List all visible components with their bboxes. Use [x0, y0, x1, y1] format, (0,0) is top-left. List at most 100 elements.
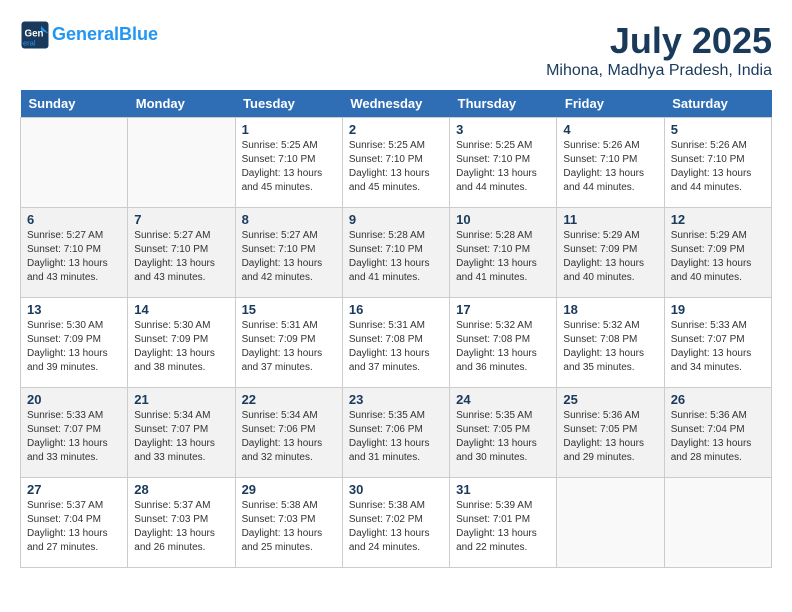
day-number: 27	[27, 482, 121, 497]
day-info: Sunrise: 5:25 AM Sunset: 7:10 PM Dayligh…	[456, 139, 550, 195]
day-cell: 16 Sunrise: 5:31 AM Sunset: 7:08 PM Dayli…	[342, 298, 449, 388]
week-row-1: 1Sunrise: 5:25 AM Sunset: 7:10 PM Daylig…	[21, 118, 772, 208]
week-row-4: 20 Sunrise: 5:33 AM Sunset: 7:07 PM Dayli…	[21, 388, 772, 478]
day-info: Sunrise: 5:29 AM Sunset: 7:09 PM Dayligh…	[563, 229, 657, 285]
day-number: 29	[242, 482, 336, 497]
header-cell-sunday: Sunday	[21, 90, 128, 118]
location: Mihona, Madhya Pradesh, India	[546, 62, 772, 80]
day-info: Sunrise: 5:30 AM Sunset: 7:09 PM Dayligh…	[134, 319, 228, 375]
title-block: July 2025 Mihona, Madhya Pradesh, India	[546, 20, 772, 80]
day-number: 21	[134, 392, 228, 407]
day-info: Sunrise: 5:38 AM Sunset: 7:02 PM Dayligh…	[349, 499, 443, 555]
day-number: 16	[349, 302, 443, 317]
day-cell: 12 Sunrise: 5:29 AM Sunset: 7:09 PM Dayli…	[664, 208, 771, 298]
day-number: 23	[349, 392, 443, 407]
day-cell: 19Sunrise: 5:33 AM Sunset: 7:07 PM Dayli…	[664, 298, 771, 388]
day-cell: 27 Sunrise: 5:37 AM Sunset: 7:04 PM Dayli…	[21, 478, 128, 568]
day-number: 8	[242, 212, 336, 227]
header-cell-friday: Friday	[557, 90, 664, 118]
day-cell: 23 Sunrise: 5:35 AM Sunset: 7:06 PM Dayli…	[342, 388, 449, 478]
day-info: Sunrise: 5:25 AM Sunset: 7:10 PM Dayligh…	[349, 139, 443, 195]
logo-line2: Blue	[119, 24, 158, 44]
day-info: Sunrise: 5:32 AM Sunset: 7:08 PM Dayligh…	[563, 319, 657, 375]
day-number: 2	[349, 122, 443, 137]
logo-line1: General	[52, 24, 119, 44]
day-cell: 13 Sunrise: 5:30 AM Sunset: 7:09 PM Dayli…	[21, 298, 128, 388]
day-info: Sunrise: 5:35 AM Sunset: 7:06 PM Dayligh…	[349, 409, 443, 465]
page-header: Gen eral GeneralBlue July 2025 Mihona, M…	[20, 20, 772, 80]
day-cell: 14 Sunrise: 5:30 AM Sunset: 7:09 PM Dayli…	[128, 298, 235, 388]
day-cell: 21 Sunrise: 5:34 AM Sunset: 7:07 PM Dayli…	[128, 388, 235, 478]
day-number: 6	[27, 212, 121, 227]
day-cell: 8 Sunrise: 5:27 AM Sunset: 7:10 PM Daylig…	[235, 208, 342, 298]
day-cell: 6Sunrise: 5:27 AM Sunset: 7:10 PM Daylig…	[21, 208, 128, 298]
calendar-header: SundayMondayTuesdayWednesdayThursdayFrid…	[21, 90, 772, 118]
day-info: Sunrise: 5:25 AM Sunset: 7:10 PM Dayligh…	[242, 139, 336, 195]
day-info: Sunrise: 5:28 AM Sunset: 7:10 PM Dayligh…	[349, 229, 443, 285]
day-info: Sunrise: 5:36 AM Sunset: 7:04 PM Dayligh…	[671, 409, 765, 465]
day-info: Sunrise: 5:34 AM Sunset: 7:07 PM Dayligh…	[134, 409, 228, 465]
day-cell	[557, 478, 664, 568]
month-title: July 2025	[546, 20, 772, 62]
day-number: 30	[349, 482, 443, 497]
day-number: 14	[134, 302, 228, 317]
calendar-table: SundayMondayTuesdayWednesdayThursdayFrid…	[20, 90, 772, 568]
day-number: 18	[563, 302, 657, 317]
calendar-body: 1Sunrise: 5:25 AM Sunset: 7:10 PM Daylig…	[21, 118, 772, 568]
day-cell: 3 Sunrise: 5:25 AM Sunset: 7:10 PM Daylig…	[450, 118, 557, 208]
day-cell: 11 Sunrise: 5:29 AM Sunset: 7:09 PM Dayli…	[557, 208, 664, 298]
day-number: 12	[671, 212, 765, 227]
logo: Gen eral GeneralBlue	[20, 20, 158, 50]
day-number: 26	[671, 392, 765, 407]
day-info: Sunrise: 5:30 AM Sunset: 7:09 PM Dayligh…	[27, 319, 121, 375]
day-cell: 26 Sunrise: 5:36 AM Sunset: 7:04 PM Dayli…	[664, 388, 771, 478]
day-info: Sunrise: 5:27 AM Sunset: 7:10 PM Dayligh…	[242, 229, 336, 285]
day-info: Sunrise: 5:38 AM Sunset: 7:03 PM Dayligh…	[242, 499, 336, 555]
day-cell: 15Sunrise: 5:31 AM Sunset: 7:09 PM Dayli…	[235, 298, 342, 388]
day-cell: 10 Sunrise: 5:28 AM Sunset: 7:10 PM Dayli…	[450, 208, 557, 298]
header-cell-monday: Monday	[128, 90, 235, 118]
day-info: Sunrise: 5:29 AM Sunset: 7:09 PM Dayligh…	[671, 229, 765, 285]
day-cell: 24Sunrise: 5:35 AM Sunset: 7:05 PM Dayli…	[450, 388, 557, 478]
day-info: Sunrise: 5:28 AM Sunset: 7:10 PM Dayligh…	[456, 229, 550, 285]
svg-text:eral: eral	[23, 39, 36, 48]
day-number: 11	[563, 212, 657, 227]
day-number: 20	[27, 392, 121, 407]
day-info: Sunrise: 5:32 AM Sunset: 7:08 PM Dayligh…	[456, 319, 550, 375]
week-row-2: 6 Sunrise: 5:27 AM Sunset: 7:10 PM Daylig…	[21, 208, 772, 298]
day-cell: 25Sunrise: 5:36 AM Sunset: 7:05 PM Dayli…	[557, 388, 664, 478]
day-cell: 31Sunrise: 5:39 AM Sunset: 7:01 PM Dayli…	[450, 478, 557, 568]
logo-icon: Gen eral	[20, 20, 50, 50]
header-cell-tuesday: Tuesday	[235, 90, 342, 118]
header-cell-wednesday: Wednesday	[342, 90, 449, 118]
day-cell: 29 Sunrise: 5:38 AM Sunset: 7:03 PM Dayli…	[235, 478, 342, 568]
day-number: 3	[456, 122, 550, 137]
day-cell: 2 Sunrise: 5:25 AM Sunset: 7:10 PM Daylig…	[342, 118, 449, 208]
logo-text: GeneralBlue	[52, 25, 158, 45]
day-info: Sunrise: 5:37 AM Sunset: 7:04 PM Dayligh…	[27, 499, 121, 555]
header-row: SundayMondayTuesdayWednesdayThursdayFrid…	[21, 90, 772, 118]
day-cell: 30 Sunrise: 5:38 AM Sunset: 7:02 PM Dayli…	[342, 478, 449, 568]
day-number: 31	[456, 482, 550, 497]
day-cell	[21, 118, 128, 208]
day-info: Sunrise: 5:26 AM Sunset: 7:10 PM Dayligh…	[563, 139, 657, 195]
day-cell: 4Sunrise: 5:26 AM Sunset: 7:10 PM Daylig…	[557, 118, 664, 208]
week-row-5: 27 Sunrise: 5:37 AM Sunset: 7:04 PM Dayli…	[21, 478, 772, 568]
day-number: 22	[242, 392, 336, 407]
day-cell: 7Sunrise: 5:27 AM Sunset: 7:10 PM Daylig…	[128, 208, 235, 298]
day-cell: 22Sunrise: 5:34 AM Sunset: 7:06 PM Dayli…	[235, 388, 342, 478]
day-cell: 20 Sunrise: 5:33 AM Sunset: 7:07 PM Dayli…	[21, 388, 128, 478]
day-number: 10	[456, 212, 550, 227]
day-cell: 5Sunrise: 5:26 AM Sunset: 7:10 PM Daylig…	[664, 118, 771, 208]
day-info: Sunrise: 5:31 AM Sunset: 7:08 PM Dayligh…	[349, 319, 443, 375]
day-info: Sunrise: 5:26 AM Sunset: 7:10 PM Dayligh…	[671, 139, 765, 195]
day-number: 24	[456, 392, 550, 407]
day-info: Sunrise: 5:33 AM Sunset: 7:07 PM Dayligh…	[27, 409, 121, 465]
day-number: 13	[27, 302, 121, 317]
day-number: 15	[242, 302, 336, 317]
header-cell-thursday: Thursday	[450, 90, 557, 118]
day-number: 9	[349, 212, 443, 227]
header-cell-saturday: Saturday	[664, 90, 771, 118]
day-info: Sunrise: 5:27 AM Sunset: 7:10 PM Dayligh…	[134, 229, 228, 285]
day-number: 17	[456, 302, 550, 317]
